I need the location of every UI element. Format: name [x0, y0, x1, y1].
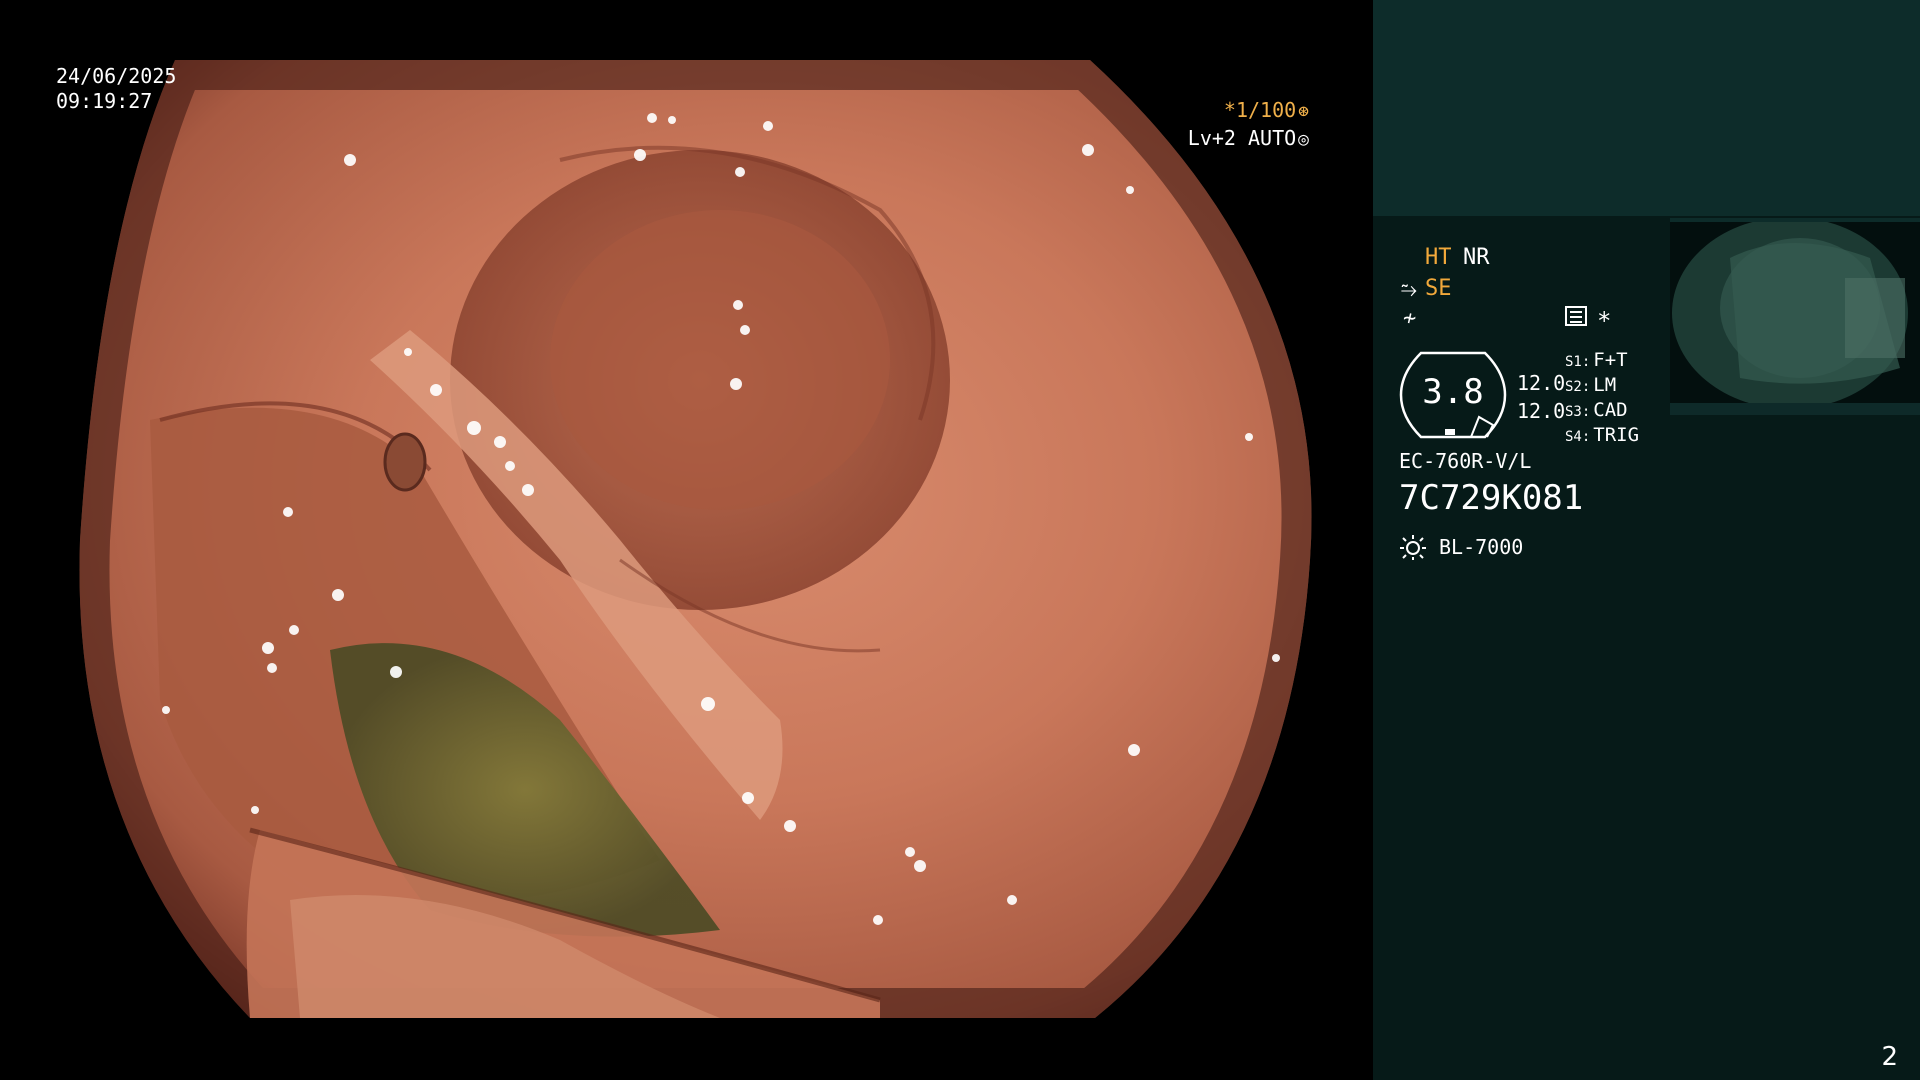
light-source-model: BL-7000	[1439, 535, 1524, 559]
switch-assignment-s4: S4: TRIG	[1565, 424, 1640, 446]
endoscope-image	[79, 60, 1312, 1018]
nr-indicator: NR	[1463, 245, 1490, 270]
thumbnail-status-bar	[1670, 403, 1920, 415]
time-readout: 09:19:27	[56, 89, 153, 113]
structure-enhance-icon: ⥲	[1401, 277, 1417, 301]
auto-iris-icon: ◎	[1298, 129, 1309, 150]
switch-assignment-s2: S2: LM	[1565, 374, 1617, 396]
switch-assignment-s1: S1: F+T	[1565, 349, 1628, 371]
shutter-readout: *1/100 ⊛	[1224, 98, 1309, 124]
se-indicator: SE	[1425, 276, 1452, 301]
scope-serial: 7C729K081	[1399, 478, 1584, 518]
switch-assignment-s3: S3: CAD	[1565, 399, 1628, 421]
date-readout: 24/06/2025	[56, 64, 177, 88]
setting-value-b: 12.0	[1517, 399, 1566, 423]
level-value: Lv+2 AUTO	[1187, 126, 1297, 150]
setting-value-a: 12.0	[1517, 371, 1566, 395]
brightness-level-readout: Lv+2 AUTO ◎	[1188, 126, 1309, 152]
page-number: 2	[1881, 1042, 1898, 1072]
panel-header-area	[1373, 0, 1920, 216]
ht-indicator: HT	[1425, 245, 1452, 270]
sub-screen-thumbnail	[1670, 218, 1920, 403]
asterisk-icon: *	[1597, 307, 1612, 335]
shutter-value: *1/100	[1223, 98, 1297, 122]
shutter-icon: ⊛	[1298, 101, 1309, 122]
light-source-icon	[1400, 535, 1426, 560]
info-panel: HT NR ⥲ SE ≁ * 3.8 12.0 12.0 S1: F+T S2: L…	[1373, 0, 1920, 1080]
endoscope-view-area: 24/06/2025 09:19:27 *1/100 ⊛ Lv+2 AUTO ◎	[0, 0, 1373, 1080]
menu-icon	[1565, 306, 1587, 326]
zoom-value: 3.8	[1422, 372, 1484, 412]
freeze-icon: ≁	[1403, 306, 1417, 331]
scope-model: EC-760R-V/L	[1399, 449, 1532, 473]
